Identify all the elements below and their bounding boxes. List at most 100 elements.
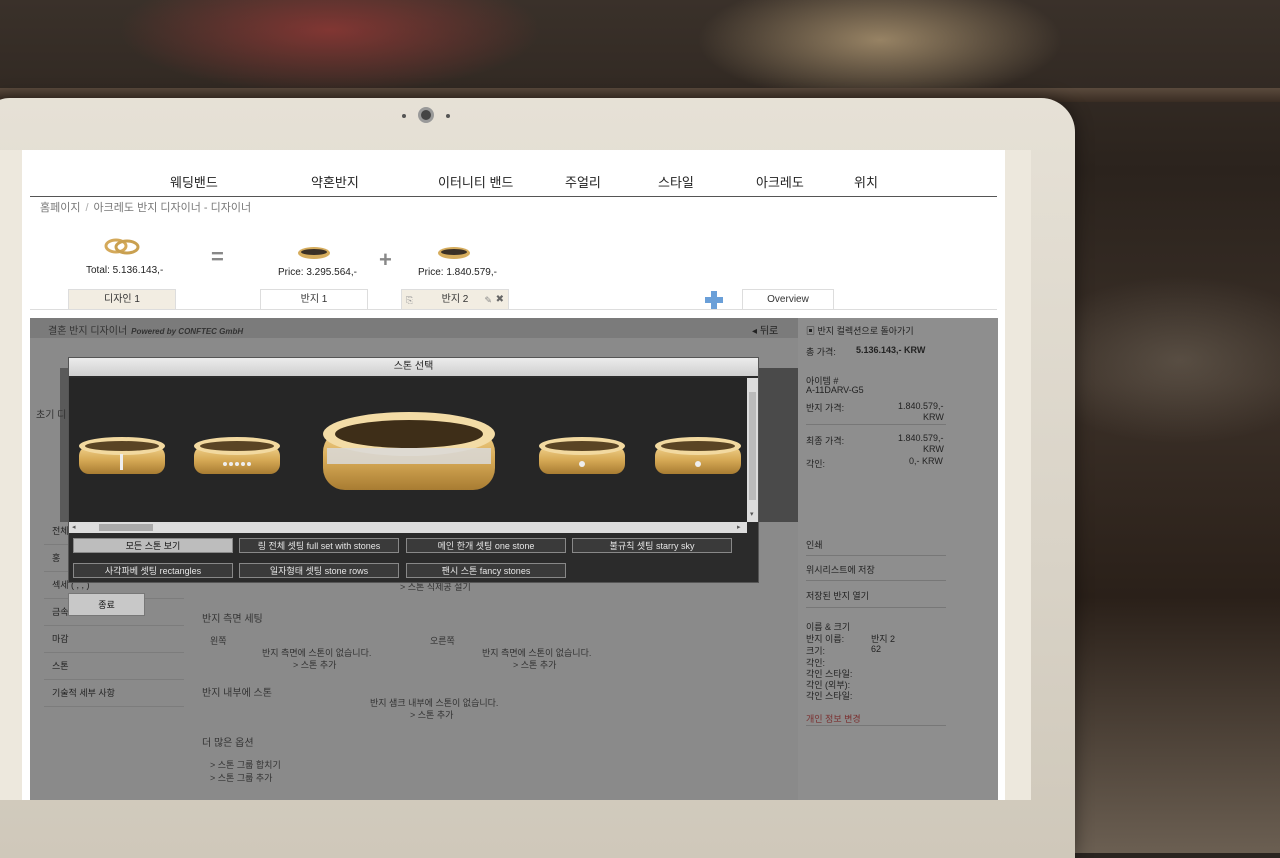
ring-pair-icon[interactable] [104,234,140,256]
camera-dot [402,114,406,118]
ring-price-currency: KRW [923,412,944,422]
ring2-price: Price: 1.840.579,- [418,267,497,278]
divider [806,580,946,581]
tab-design-1[interactable]: 디자인 1 [68,289,176,309]
breadcrumb-separator: / [85,202,89,214]
scroll-down-icon[interactable]: ▾ [750,510,754,518]
add-stone-right[interactable]: > 스톤 추가 [513,658,556,671]
scroll-left-icon[interactable]: ◂ [72,523,76,531]
horizontal-scroll-thumb[interactable] [99,524,153,531]
rectangles-button[interactable]: 사각파베 셋팅 rectangles [73,563,233,578]
print-link[interactable]: 인쇄 [806,538,823,551]
breadcrumb-current: 아크레도 반지 디자이너 - 디자이너 [93,202,252,214]
horizontal-scrollbar[interactable] [69,522,747,533]
right-label: 오른쪽 [430,636,455,646]
close-button[interactable]: 종료 [68,593,145,616]
nav-wedding-bands[interactable]: 웨딩밴드 [170,172,218,191]
ring2-icon[interactable] [436,245,472,261]
engraving-label: 각인: [806,459,826,469]
total-value: 5.136.143,- KRW [856,345,926,355]
engraving-style-row-2: 각인 스타일: [806,691,853,701]
total-price: Total: 5.136.143,- [86,265,164,276]
personal-info-link[interactable]: 개인 정보 변경 [806,712,861,725]
stone-rows-button[interactable]: 일자형태 셋팅 stone rows [239,563,399,578]
ring-option-5[interactable] [655,437,741,474]
screen-bezel-right [1005,150,1031,800]
main-nav: 웨딩밴드 약혼반지 이터니티 밴드 주얼리 스타일 아크레도 위치 [30,150,997,197]
divider [806,725,946,726]
camera-dot [446,114,450,118]
ring-option-4[interactable] [539,437,625,474]
breadcrumb: 홈페이지 / 아크레도 반지 디자이너 - 디자이너 [40,199,251,215]
designer-title: 결혼 반지 디자이너 Powered by CONFTEC GmbH [48,322,243,337]
start-label: 초기 디 [36,410,67,421]
ring-price-label: 반지 가격: [806,403,845,413]
nav-engagement-rings[interactable]: 약혼반지 [311,172,359,191]
size-value: 62 [871,644,882,654]
nav-eternity-bands[interactable]: 이터니티 밴드 [438,172,513,191]
stone-selection-modal: 스톤 선택 ◂ ▸ ▾ 모든 스톤 보기 링 전체 셋팅 full set wi… [68,357,759,583]
ring-price-value: 1.840.579,- [898,401,944,411]
final-price-value: 1.840.579,- [898,433,944,443]
ring-option-1[interactable] [79,437,165,474]
final-price-label: 최종 가격: [806,436,845,446]
add-stone-left[interactable]: > 스톤 추가 [293,658,336,671]
engraving-value: 0,- KRW [909,456,943,466]
full-set-button[interactable]: 링 전체 셋팅 full set with stones [239,538,399,553]
fancy-stones-button[interactable]: 팬시 스톤 fancy stones [406,563,566,578]
side-setting-heading: 반지 측면 세팅 [202,614,263,625]
tab-ring-2[interactable]: ⎘ 반지 2 ✎ ✖ [401,289,509,309]
add-ring-icon[interactable] [705,291,723,309]
all-stones-button[interactable]: 모든 스톤 보기 [73,538,233,553]
inner-stone-heading: 반지 내부에 스톤 [202,688,272,699]
tab-ring-1[interactable]: 반지 1 [260,289,368,309]
merge-group-link[interactable]: > 스톤 그룹 합치기 [210,758,281,771]
add-stone-inner[interactable]: > 스톤 추가 [410,708,453,721]
menu-technical[interactable]: 기술적 세부 사항 [44,680,184,707]
back-to-collection-label: 반지 컬렉션으로 돌아가기 [817,326,914,336]
plus-sign: + [379,247,392,272]
tab-overview[interactable]: Overview [742,289,834,309]
ring-gallery-svg [79,412,741,490]
designer-title-text: 결혼 반지 디자이너 [48,326,128,337]
add-group-link[interactable]: > 스톤 그룹 추가 [210,771,272,784]
webcam-icon [418,107,434,123]
starry-sky-button[interactable]: 불규칙 셋팅 starry sky [572,538,732,553]
close-icon[interactable]: ✖ [496,290,504,310]
ring-option-3-selected[interactable] [323,412,495,490]
nav-location[interactable]: 위치 [854,172,878,191]
total-label: 총 가격: [806,347,836,357]
divider [806,607,946,608]
back-button[interactable]: ◂ 뒤로 [752,322,778,337]
more-options-heading: 더 많은 옵션 [202,738,254,749]
item-value: A-11DARV-G5 [806,385,864,395]
screen-bezel-left [0,150,22,800]
copy-icon[interactable]: ⎘ [406,290,413,310]
ring1-price: Price: 3.295.564,- [278,267,357,278]
designer-header: 결혼 반지 디자이너 Powered by CONFTEC GmbH ◂ 뒤로 [30,318,798,338]
modal-title: 스톤 선택 [69,358,758,376]
nav-style[interactable]: 스타일 [658,172,694,191]
nav-jewelry[interactable]: 주얼리 [565,172,601,191]
scroll-right-icon[interactable]: ▸ [737,523,741,531]
equals-sign: = [211,244,224,269]
back-label: 뒤로 [759,326,779,337]
powered-by: Powered by CONFTEC GmbH [131,327,244,336]
divider [806,555,946,556]
edit-icon[interactable]: ✎ [484,290,492,310]
menu-finish[interactable]: 마감 [44,626,184,653]
divider [806,424,946,425]
one-stone-button[interactable]: 메인 한개 셋팅 one stone [406,538,566,553]
breadcrumb-home[interactable]: 홈페이지 [40,202,80,214]
open-saved-link[interactable]: 저장된 반지 열기 [806,589,869,602]
nav-acredo[interactable]: 아크레도 [756,172,804,191]
ring-option-2[interactable] [194,437,280,474]
right-panel: ▣ 반지 컬렉션으로 돌아가기 총 가격: 5.136.143,- KRW 아이… [798,318,998,800]
stone-gallery [69,378,747,522]
final-price-currency: KRW [923,444,944,454]
ring1-icon[interactable] [296,245,332,261]
back-to-collection[interactable]: ▣ 반지 컬렉션으로 돌아가기 [806,324,914,337]
wishlist-link[interactable]: 위시리스트에 저장 [806,563,875,576]
menu-stones[interactable]: 스톤 [44,653,184,680]
vertical-scroll-thumb[interactable] [749,392,756,500]
